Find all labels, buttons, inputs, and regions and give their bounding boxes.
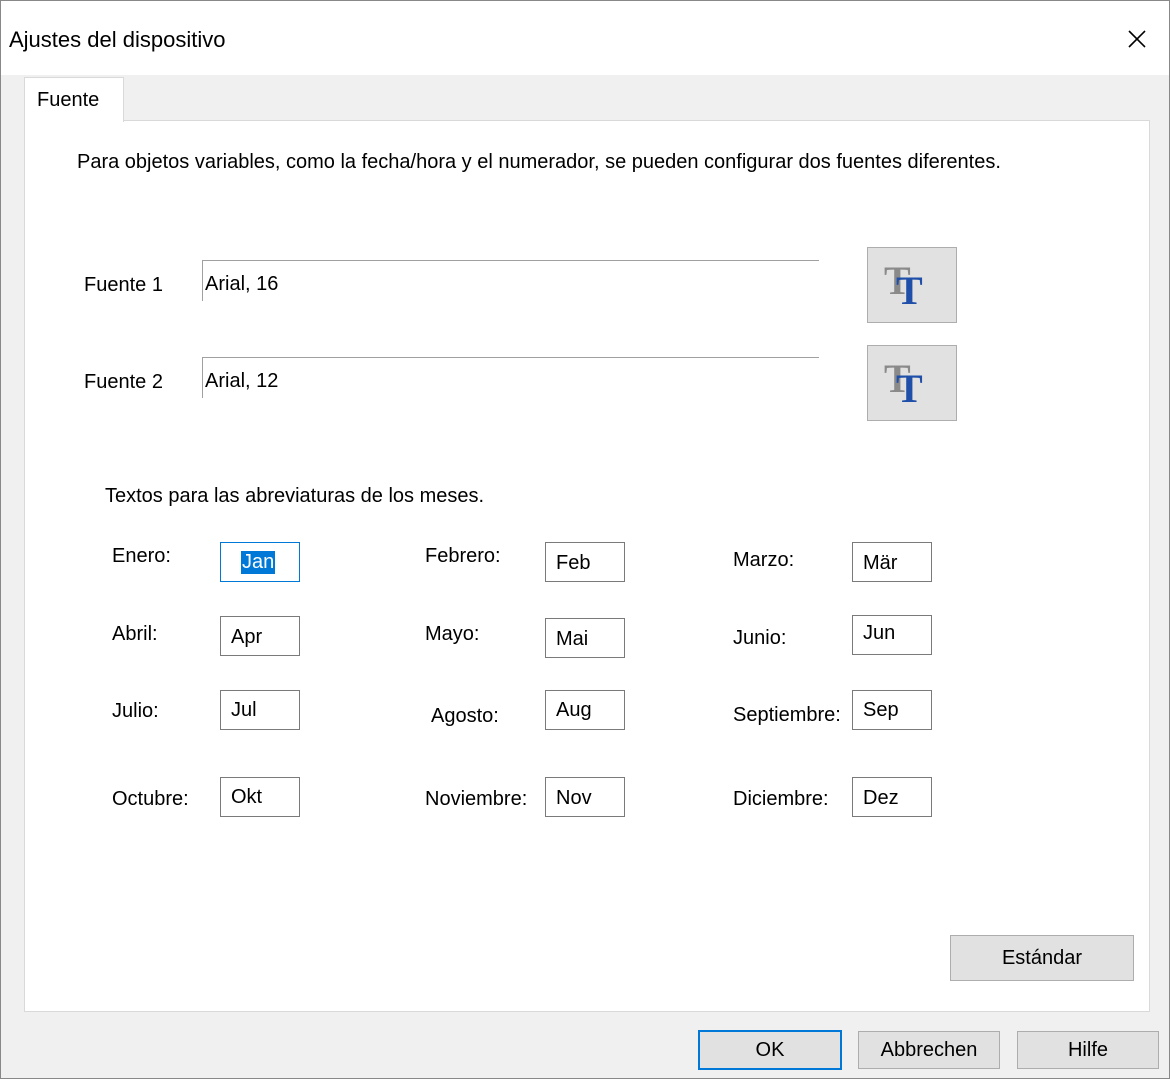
month-label-mayo: Mayo: (425, 623, 480, 645)
month-label-noviembre: Noviembre: (425, 788, 528, 810)
font-2-field[interactable]: Arial, 12 (202, 357, 819, 398)
month-value-diciembre: Dez (863, 787, 899, 809)
title-bar: Ajustes del dispositivo (1, 1, 1169, 75)
month-label-marzo: Marzo: (733, 549, 795, 571)
month-label-diciembre: Diciembre: (733, 788, 829, 810)
month-value-septiembre: Sep (863, 699, 899, 721)
months-heading: Textos para las abreviaturas de los mese… (105, 485, 485, 507)
device-settings-dialog: Ajustes del dispositivo Fuente Para obje… (0, 0, 1170, 1079)
description-text: Para objetos variables, como la fecha/ho… (77, 151, 1001, 173)
ok-button[interactable]: OK (698, 1030, 842, 1070)
standard-button[interactable]: Estándar (950, 935, 1134, 981)
month-value-febrero: Feb (556, 552, 591, 574)
font-2-select-button[interactable]: T T (867, 345, 957, 421)
month-field-enero[interactable]: Jan (220, 542, 300, 582)
month-field-abril[interactable]: Apr (220, 616, 300, 656)
svg-text:T: T (896, 268, 923, 313)
month-label-abril: Abril: (112, 623, 158, 645)
month-field-octubre[interactable]: Okt (220, 777, 300, 817)
month-label-junio: Junio: (733, 627, 787, 649)
month-field-junio[interactable]: Jun (852, 615, 932, 655)
month-label-julio: Julio: (112, 700, 159, 722)
svg-text:T: T (896, 366, 923, 411)
month-value-abril: Apr (231, 626, 263, 648)
cancel-button[interactable]: Abbrechen (858, 1031, 1000, 1069)
font-2-label: Fuente 2 (84, 371, 163, 393)
tab-fuente[interactable]: Fuente (24, 77, 124, 122)
month-value-octubre: Okt (231, 786, 263, 808)
font-2-value: Arial, 12 (205, 370, 279, 392)
month-field-diciembre[interactable]: Dez (852, 777, 932, 817)
month-label-enero: Enero: (112, 545, 171, 567)
month-field-julio[interactable]: Jul (220, 690, 300, 730)
month-value-julio: Jul (231, 699, 257, 721)
font-icon: T T (884, 356, 923, 411)
month-field-septiembre[interactable]: Sep (852, 690, 932, 730)
month-value-noviembre: Nov (556, 787, 592, 809)
month-field-febrero[interactable]: Feb (545, 542, 625, 582)
month-value-enero-selected: Jan (241, 551, 276, 574)
month-field-marzo[interactable]: Mär (852, 542, 932, 582)
month-label-octubre: Octubre: (112, 788, 189, 810)
month-value-mayo: Mai (556, 628, 589, 650)
tab-label: Fuente (37, 89, 100, 111)
month-value-junio: Jun (863, 622, 896, 644)
help-button[interactable]: Hilfe (1017, 1031, 1159, 1069)
window-title: Ajustes del dispositivo (9, 27, 226, 52)
month-field-noviembre[interactable]: Nov (545, 777, 625, 817)
font-1-label: Fuente 1 (84, 274, 163, 296)
close-button[interactable] (1115, 19, 1159, 59)
font-1-value: Arial, 16 (205, 273, 279, 295)
month-label-febrero: Febrero: (425, 545, 501, 567)
month-label-agosto: Agosto: (431, 705, 499, 727)
month-value-agosto: Aug (556, 699, 592, 721)
month-field-mayo[interactable]: Mai (545, 618, 625, 658)
font-1-field[interactable]: Arial, 16 (202, 260, 819, 301)
font-icon: T T (884, 258, 923, 313)
tab-panel: Para objetos variables, como la fecha/ho… (24, 120, 1150, 1012)
month-label-septiembre: Septiembre: (733, 704, 841, 726)
month-value-marzo: Mär (863, 552, 898, 574)
font-1-select-button[interactable]: T T (867, 247, 957, 323)
close-icon (1128, 30, 1146, 48)
month-field-agosto[interactable]: Aug (545, 690, 625, 730)
